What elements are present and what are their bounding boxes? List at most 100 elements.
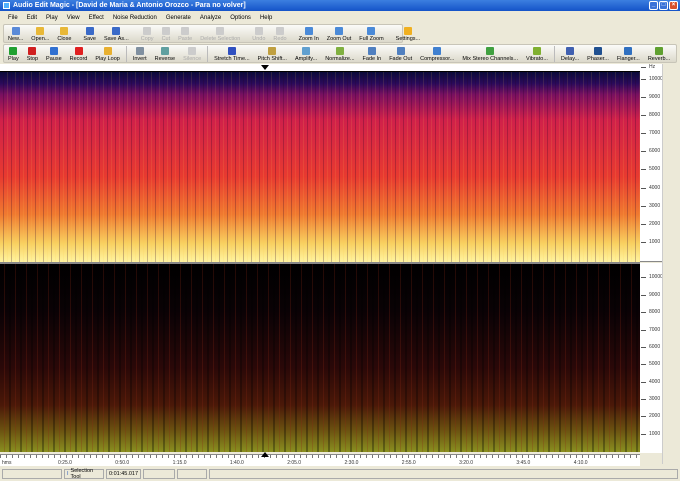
pitch-shift-button[interactable]: Pitch Shift... xyxy=(254,47,291,62)
flanger-button[interactable]: Flanger... xyxy=(613,47,644,62)
time-tick-label: 3:45.0 xyxy=(516,460,531,466)
selection-strip[interactable] xyxy=(0,64,640,72)
menu-view[interactable]: View xyxy=(67,15,80,21)
fade-out-button[interactable]: Fade Out xyxy=(385,47,416,62)
delete-button[interactable]: Delete Selection xyxy=(196,27,244,42)
freq-tick-label: 6000 xyxy=(640,343,661,350)
button-label: Save xyxy=(83,36,96,42)
silence-button[interactable]: Silence xyxy=(179,47,205,62)
freq-tick-label: 7000 xyxy=(640,326,661,333)
open-folder-icon xyxy=(36,27,45,35)
normalize-button[interactable]: Normalize... xyxy=(321,47,358,62)
undo-button[interactable]: Undo xyxy=(248,27,269,42)
time-tick-label: 3:20.0 xyxy=(459,460,473,466)
zoom-out-button[interactable]: Zoom Out xyxy=(323,27,355,42)
invert-button[interactable]: Invert xyxy=(129,47,151,62)
compressor-icon xyxy=(433,47,442,55)
minimize-button[interactable]: _ xyxy=(649,1,658,10)
main-toolbar: New... Open... Close Save Save As... Copy Cut P… xyxy=(3,24,420,43)
full-zoom-button[interactable]: Full Zoom xyxy=(355,27,387,42)
settings-button[interactable]: Settings... xyxy=(392,27,424,42)
button-label: Zoom In xyxy=(298,36,319,42)
button-label: Compressor... xyxy=(420,56,455,62)
play-loop-button[interactable]: Play Loop xyxy=(91,47,123,62)
compressor-button[interactable]: Compressor... xyxy=(416,47,458,62)
spectrogram-left-channel[interactable] xyxy=(0,72,640,262)
time-tick-label: 0:50.0 xyxy=(115,460,130,466)
mix-stereo-button[interactable]: Mix Stereo Channels... xyxy=(458,47,522,62)
button-label: Record xyxy=(69,56,88,62)
spectrogram-right-channel[interactable] xyxy=(0,264,640,452)
menu-options[interactable]: Options xyxy=(230,15,251,21)
cut-icon xyxy=(161,27,170,35)
button-label: Pitch Shift... xyxy=(257,56,287,62)
reverse-button[interactable]: Reverse xyxy=(151,47,179,62)
reverb-icon xyxy=(654,47,663,55)
menu-play[interactable]: Play xyxy=(46,15,58,21)
freq-tick-label: 3000 xyxy=(640,396,661,403)
stop-button[interactable]: Stop xyxy=(23,47,42,62)
time-tick-label: 1:40.0 xyxy=(229,460,244,466)
maximize-button[interactable]: □ xyxy=(659,1,668,10)
copy-button[interactable]: Copy xyxy=(137,27,158,42)
menu-noise-reduction[interactable]: Noise Reduction xyxy=(113,15,157,21)
paste-button[interactable]: Paste xyxy=(174,27,196,42)
cut-button[interactable]: Cut xyxy=(158,27,175,42)
menu-analyze[interactable]: Analyze xyxy=(200,15,221,21)
play-button[interactable]: Play xyxy=(4,47,23,62)
time-tick-label: 1:15.0 xyxy=(172,460,187,466)
menu-edit[interactable]: Edit xyxy=(27,15,37,21)
new-file-icon xyxy=(11,27,20,35)
pause-icon xyxy=(49,47,58,55)
zoom-in-button[interactable]: Zoom In xyxy=(295,27,323,42)
playhead-marker-top[interactable] xyxy=(261,65,269,70)
title-bar: Audio Edit Magic - [David de Maria & Ant… xyxy=(0,0,680,11)
menu-help[interactable]: Help xyxy=(260,15,272,21)
time-tick-label: 2:30.0 xyxy=(344,460,359,466)
menu-generate[interactable]: Generate xyxy=(166,15,191,21)
button-label: New... xyxy=(8,36,24,42)
record-icon xyxy=(74,47,83,55)
button-label: Silence xyxy=(183,56,202,62)
paste-icon xyxy=(181,27,190,35)
vibrato-icon xyxy=(532,47,541,55)
pause-button[interactable]: Pause xyxy=(42,47,66,62)
open-folder-button[interactable]: Open... xyxy=(27,27,53,42)
amplify-button[interactable]: Amplify... xyxy=(291,47,321,62)
delay-button[interactable]: Delay... xyxy=(557,47,583,62)
save-button[interactable]: Save xyxy=(79,27,100,42)
new-file-button[interactable]: New... xyxy=(4,27,27,42)
zoom-out-icon xyxy=(334,27,343,35)
menu-effect[interactable]: Effect xyxy=(89,15,104,21)
save-icon xyxy=(85,27,94,35)
settings-icon xyxy=(403,27,412,35)
close-button[interactable]: × xyxy=(669,1,678,10)
time-tick-label: 0:25.0 xyxy=(58,460,72,466)
reverb-button[interactable]: Reverb... xyxy=(644,47,674,62)
effects-toolbar: Play Stop Pause Record Play Loop Invert Revers… xyxy=(3,44,677,63)
button-label: Normalize... xyxy=(325,56,355,62)
time-unit-label: hms xyxy=(2,460,12,466)
button-label: Delete Selection xyxy=(200,36,241,42)
menu-file[interactable]: File xyxy=(8,15,18,21)
time-ruler[interactable]: hms 0:25.0 0:50.0 1:15.0 1:40.0 2:05.0 2:30.0… xyxy=(0,452,640,466)
status-bar: I Selection Tool 0:01:45.017 xyxy=(0,468,680,481)
freq-tick-label: 4000 xyxy=(640,378,661,385)
redo-button[interactable]: Redo xyxy=(269,27,290,42)
status-tool-label: Selection Tool xyxy=(70,468,94,480)
record-button[interactable]: Record xyxy=(66,47,92,62)
freq-tick-label: 4000 xyxy=(640,184,661,191)
save-as-button[interactable]: Save As... xyxy=(100,27,133,42)
status-panel xyxy=(177,469,207,479)
vertical-scrollbar[interactable] xyxy=(662,64,680,464)
phaser-button[interactable]: Phaser... xyxy=(583,47,613,62)
vibrato-button[interactable]: Vibrato... xyxy=(522,47,552,62)
status-panel xyxy=(143,469,175,479)
button-label: Stretch Time... xyxy=(214,56,250,62)
stretch-time-button[interactable]: Stretch Time... xyxy=(210,47,253,62)
button-label: Delay... xyxy=(560,56,580,62)
playhead-marker-bottom[interactable] xyxy=(261,452,269,457)
button-label: Copy xyxy=(140,36,154,42)
close-folder-button[interactable]: Close xyxy=(53,27,75,42)
fade-in-button[interactable]: Fade In xyxy=(359,47,386,62)
